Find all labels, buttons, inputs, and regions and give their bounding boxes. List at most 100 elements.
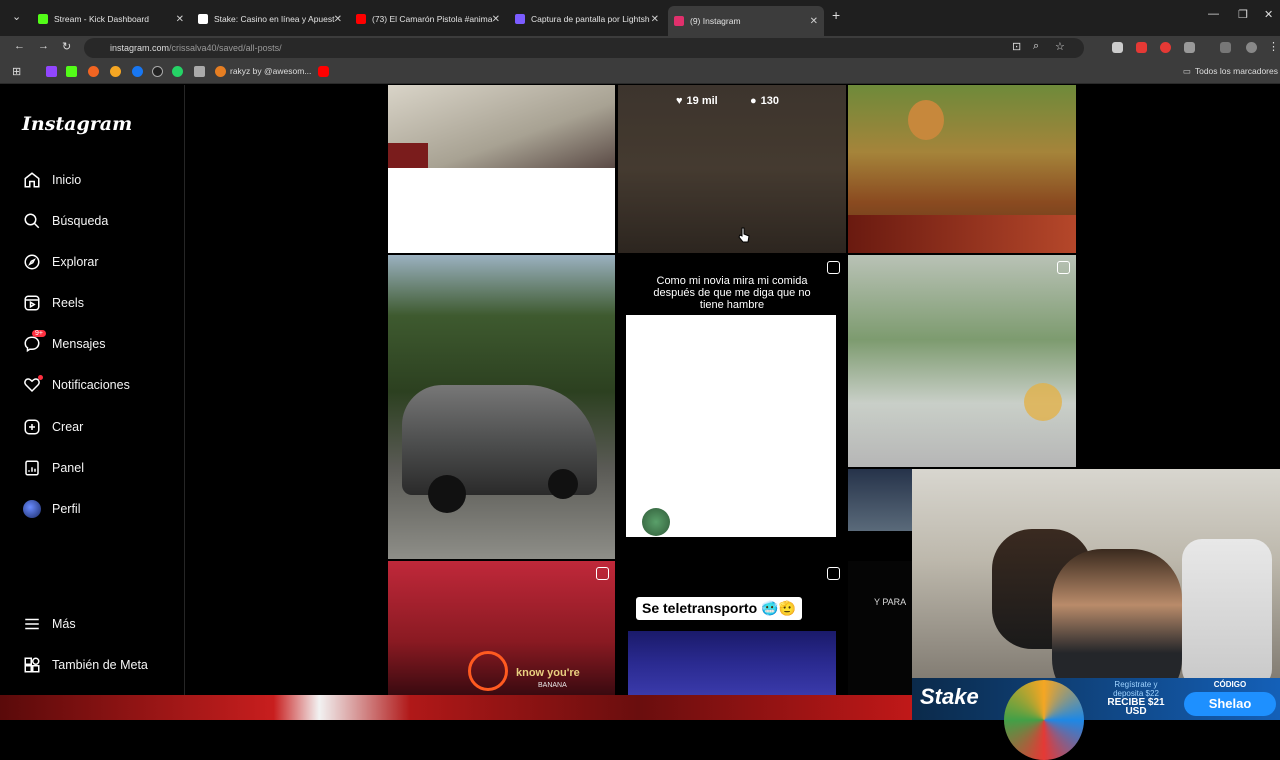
nav-mensajes[interactable]: 9+ Mensajes (22, 330, 106, 356)
lightshot-icon (515, 14, 525, 24)
apps-icon[interactable]: ⊞ (12, 65, 21, 78)
minimize-icon[interactable]: — (1208, 8, 1219, 20)
bookmark-rakyz[interactable]: rakyz by @awesom... (230, 66, 311, 76)
new-tab-icon[interactable]: + (832, 7, 840, 23)
saved-post[interactable] (848, 85, 1076, 253)
nav-perfil[interactable]: Perfil (22, 497, 80, 521)
extension-icon[interactable] (1136, 42, 1147, 53)
saved-post[interactable] (848, 255, 1076, 467)
youtube-bookmark-icon[interactable] (318, 66, 329, 77)
tab-title: Stake: Casino en línea y Apuest (214, 14, 335, 24)
nav-label: Crear (52, 420, 84, 434)
close-icon[interactable]: ✕ (810, 16, 818, 27)
stake-logo: Stake (920, 684, 979, 709)
kick-bookmark-icon[interactable] (66, 66, 77, 77)
wheel-shape (548, 469, 578, 499)
bookmark-icon[interactable] (88, 66, 99, 77)
close-icon[interactable]: ✕ (651, 14, 659, 25)
nav-label: Perfil (52, 502, 81, 516)
wheel-shape (428, 475, 466, 513)
post-caption: Se teletransporto 🥶🫡 (636, 597, 802, 620)
stake-bookmark-icon[interactable] (152, 66, 163, 77)
post-thumbnail-detail (908, 100, 944, 140)
url-domain: instagram.com (110, 43, 170, 53)
saved-post[interactable]: Y PARA (848, 561, 918, 695)
extension-icon[interactable] (1112, 42, 1123, 53)
close-window-icon[interactable]: ✕ (1264, 8, 1273, 21)
back-icon[interactable]: ← (14, 40, 25, 52)
prize-wheel (1004, 680, 1084, 760)
url-bar[interactable]: instagram.com/crissalva40/saved/all-post… (84, 38, 1084, 58)
close-icon[interactable]: ✕ (334, 14, 342, 25)
saved-post[interactable] (848, 469, 918, 531)
post-caption: Y PARA (874, 597, 907, 607)
saved-post[interactable] (388, 85, 615, 253)
nav-tambien-de-meta[interactable]: También de Meta (22, 653, 148, 677)
reload-icon[interactable]: ↻ (62, 40, 71, 53)
nav-notificaciones[interactable]: Notificaciones (22, 373, 130, 397)
tab-youtube[interactable]: (73) El Camarón Pistola #anima ✕ (356, 8, 502, 30)
tab-stake[interactable]: Stake: Casino en línea y Apuest ✕ (198, 8, 344, 30)
bookmark-icon[interactable] (194, 66, 205, 77)
messenger-icon: 9+ (22, 330, 46, 354)
all-bookmarks[interactable]: ▭ Todos los marcadores (1183, 66, 1278, 77)
whatsapp-bookmark-icon[interactable] (172, 66, 183, 77)
saved-post[interactable]: Como mi novia mira mi comida después de … (618, 255, 846, 559)
likes-value: 19 mil (686, 95, 718, 107)
menu-icon (22, 614, 42, 634)
bookmark-icon[interactable] (132, 66, 143, 77)
avatar (642, 508, 670, 536)
instagram-logo[interactable]: Instagram (22, 113, 132, 135)
saved-post[interactable]: Se teletransporto 🥶🫡 (618, 561, 846, 695)
heart-icon (22, 375, 43, 395)
profile-avatar-icon[interactable] (1246, 42, 1257, 53)
close-icon[interactable]: ✕ (492, 14, 500, 25)
tab-instagram[interactable]: (9) Instagram ✕ (668, 6, 824, 36)
saved-post[interactable]: know you're BANANA (388, 561, 615, 695)
heart-filled-icon: ♥ (676, 95, 683, 107)
tab-kick[interactable]: Stream - Kick Dashboard ✕ (38, 8, 186, 30)
comments-count: ● 130 (750, 95, 779, 107)
post-thumbnail-detail (848, 215, 1076, 253)
comment-filled-icon: ● (750, 95, 757, 107)
nav-crear[interactable]: Crear (22, 415, 83, 439)
nav-panel[interactable]: Panel (22, 456, 84, 480)
zoom-icon[interactable]: ⌕ (1033, 40, 1039, 53)
webcam-overlay (912, 469, 1280, 696)
saved-post[interactable] (388, 255, 615, 559)
tab-search-icon[interactable]: ⌄ (12, 10, 21, 23)
extensions-puzzle-icon[interactable] (1184, 42, 1195, 53)
saved-post-hovered[interactable]: ♥ 19 mil ● 130 (618, 85, 846, 253)
reels-icon (22, 293, 42, 313)
nav-reels[interactable]: Reels (22, 291, 84, 315)
bookmark-icon[interactable] (110, 66, 121, 77)
extension-icon[interactable] (1160, 42, 1171, 53)
close-icon[interactable]: ✕ (176, 14, 184, 25)
nav-label: Inicio (52, 173, 82, 187)
star-icon[interactable]: ☆ (1055, 40, 1065, 53)
stake-banner[interactable]: Stake Regístrate y deposita $22 RECIBE $… (912, 678, 1280, 760)
nav-inicio[interactable]: Inicio (22, 168, 81, 192)
comments-value: 130 (760, 95, 780, 107)
twitch-bookmark-icon[interactable] (46, 66, 57, 77)
chair-shape (1182, 539, 1272, 689)
promo-line: Regístrate y (1114, 680, 1158, 689)
reels-icon (827, 261, 840, 274)
instagram-icon (674, 16, 684, 26)
nav-mas[interactable]: Más (22, 612, 76, 636)
url-path: /crissalva40/saved/all-posts/ (169, 43, 282, 53)
tab-lightshot[interactable]: Captura de pantalla por Lightsh ✕ (515, 8, 661, 30)
nav-explorar[interactable]: Explorar (22, 250, 99, 274)
forward-icon[interactable]: → (38, 40, 49, 52)
install-icon[interactable]: ⊡ (1012, 40, 1021, 53)
bookmark-icon[interactable] (215, 66, 226, 77)
reading-list-icon[interactable] (1220, 42, 1231, 53)
post-thumbnail-detail (388, 143, 428, 168)
video-overlay-text: BANANA (538, 682, 567, 689)
post-image (628, 631, 836, 695)
nav-busqueda[interactable]: Búsqueda (22, 209, 108, 233)
bookmarks-bar: ⊞ rakyz by @awesom... ▭ Todos los marcado… (0, 60, 1280, 84)
hover-overlay (618, 85, 846, 253)
restore-icon[interactable]: ❐ (1238, 8, 1248, 21)
menu-kebab-icon[interactable]: ⋮ (1268, 40, 1279, 53)
